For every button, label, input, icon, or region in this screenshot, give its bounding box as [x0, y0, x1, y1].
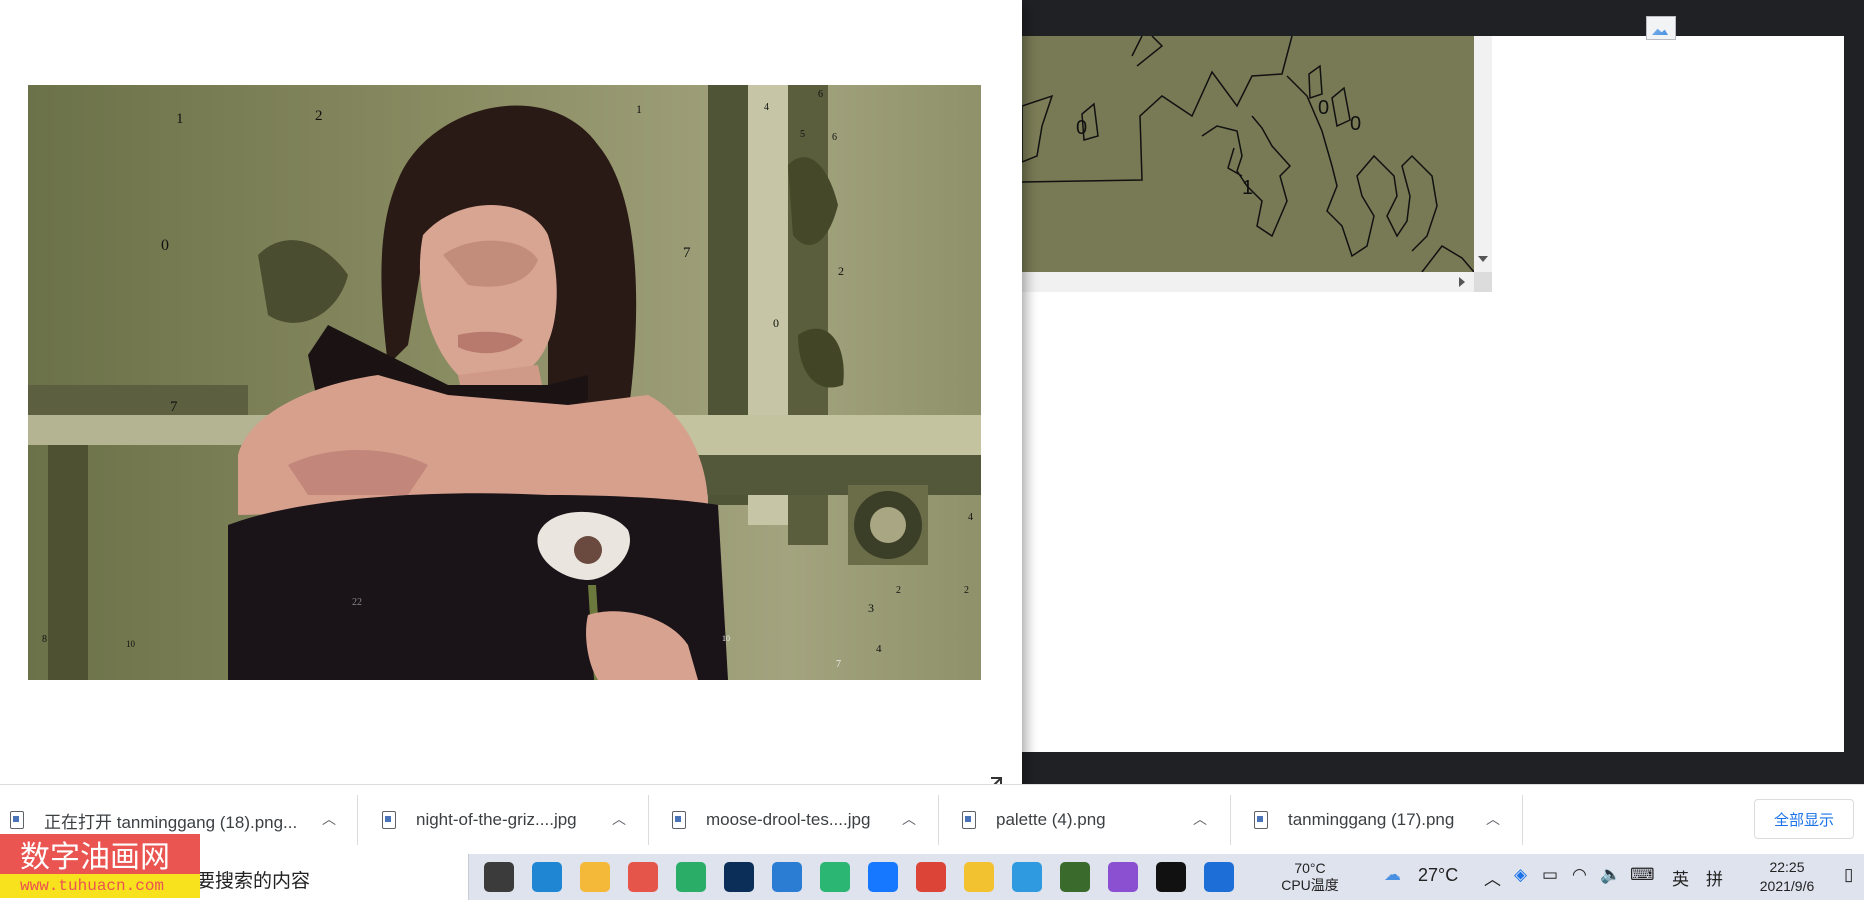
chevron-up-icon[interactable]: ︿: [902, 809, 916, 829]
photo-region-label: 5: [800, 129, 805, 140]
purple-app-icon[interactable]: [1108, 862, 1138, 892]
photo-region-label: 4: [876, 643, 882, 655]
edge-icon[interactable]: [532, 862, 562, 892]
taskbar: 要搜索的内容 70°C CPU温度 ☁ 27°C ︿ ◈ ▭ ◠ 🔈 ⌨ 英 拼…: [0, 854, 1864, 900]
scroll-down-arrow-icon[interactable]: [1478, 256, 1488, 262]
photos-icon[interactable]: [1204, 862, 1234, 892]
file-icon: [1254, 811, 1268, 829]
vertical-scrollbar[interactable]: [1474, 36, 1492, 272]
volume-icon[interactable]: 🔈: [1600, 865, 1621, 885]
photo-region-label: 22: [352, 597, 362, 608]
photo-region-label: 6: [832, 132, 837, 143]
photo-region-label: 2: [838, 264, 844, 278]
download-item-label: 正在打开 tanminggang (18).png...: [44, 812, 298, 832]
photo-region-label: 4: [764, 102, 769, 113]
chevron-up-icon[interactable]: ︿: [322, 809, 336, 829]
browser-bottom-bar: [1022, 752, 1864, 784]
photo-region-label: 10: [126, 639, 136, 649]
photo-region-label: 10: [722, 634, 730, 643]
photo-region-label: 3: [868, 601, 874, 615]
photo-region-label: 2: [964, 585, 969, 596]
cpu-temp-value: 70°C: [1294, 860, 1326, 876]
battery-icon[interactable]: ▭: [1542, 865, 1558, 885]
photo-region-label: 7: [170, 399, 178, 415]
colorful-app-icon[interactable]: [628, 862, 658, 892]
wps-icon[interactable]: [820, 862, 850, 892]
ime-language[interactable]: 英: [1672, 865, 1689, 890]
scrollbar-corner: [1474, 272, 1492, 292]
photo-region-label: 2: [315, 108, 323, 124]
photo-region-label: 7: [683, 245, 691, 261]
download-item-label: moose-drool-tes....jpg: [706, 810, 871, 829]
file-icon: [962, 811, 976, 829]
browser-q-icon[interactable]: [1012, 862, 1042, 892]
chevron-up-icon[interactable]: ︿: [1486, 809, 1500, 829]
photo-region-label: 2: [896, 585, 901, 596]
file-icon: [382, 811, 396, 829]
wifi-icon[interactable]: ◠: [1572, 865, 1587, 885]
clock-date: 2021/9/6: [1759, 878, 1815, 894]
scroll-right-arrow-icon[interactable]: [1459, 277, 1465, 287]
download-item-label: night-of-the-griz....jpg: [416, 810, 577, 829]
record-icon[interactable]: [1156, 862, 1186, 892]
calculator-icon[interactable]: [1060, 862, 1090, 892]
image-preview-popup: 1 2 1 6 4 5 6 0 7 2 0 7 8 3 4 7 22 10 2 …: [0, 0, 1022, 817]
notification-icon[interactable]: ▯: [1844, 865, 1853, 885]
broken-image-icon: [1646, 16, 1676, 40]
security-icon[interactable]: ◈: [1514, 865, 1527, 885]
keyboard-icon[interactable]: ⌨: [1630, 865, 1655, 885]
browser-right-edge: [1844, 36, 1864, 752]
file-explorer-icon[interactable]: [580, 862, 610, 892]
show-all-button[interactable]: 全部显示: [1754, 799, 1854, 839]
site-watermark: 数字油画网 www.tuhuacn.com: [0, 834, 200, 900]
watermark-title: 数字油画网: [0, 834, 200, 875]
wechat-icon[interactable]: [676, 862, 706, 892]
download-item-label: tanminggang (17).png: [1288, 810, 1455, 829]
feishu-icon[interactable]: [868, 862, 898, 892]
download-item[interactable]: moose-drool-tes....jpg: [672, 785, 870, 855]
photo-region-label: 0: [773, 316, 779, 330]
download-item[interactable]: night-of-the-griz....jpg: [382, 785, 577, 855]
photo-region-label: 6: [818, 89, 823, 100]
chevron-up-icon[interactable]: ︿: [612, 809, 626, 829]
photo-region-label: 4: [968, 512, 973, 523]
chrome-icon[interactable]: [916, 862, 946, 892]
download-item-label: palette (4).png: [996, 810, 1106, 829]
ime-mode[interactable]: 拼: [1706, 865, 1723, 890]
region-label: 0: [1318, 97, 1329, 119]
clock[interactable]: 22:25 2021/9/6: [1742, 858, 1832, 896]
photoshop-icon[interactable]: [724, 862, 754, 892]
cloud-icon: ☁: [1384, 865, 1401, 884]
search-placeholder: 要搜索的内容: [196, 871, 311, 892]
yellow-app-icon[interactable]: [964, 862, 994, 892]
file-icon: [672, 811, 686, 829]
photo-region-label: 0: [161, 237, 169, 254]
download-item[interactable]: palette (4).png: [962, 785, 1106, 855]
chevron-up-icon[interactable]: ︿: [1484, 865, 1501, 890]
chevron-up-icon[interactable]: ︿: [1193, 809, 1207, 829]
downloads-shelf: 正在打开 tanminggang (18).png... ︿ night-of-…: [0, 784, 1864, 855]
clock-time: 22:25: [1769, 859, 1805, 875]
cpu-temperature-widget[interactable]: 70°C CPU温度: [1270, 860, 1350, 894]
cpu-temp-label: CPU温度: [1281, 877, 1339, 893]
task-view-icon[interactable]: [484, 862, 514, 892]
region-label: 1: [1242, 177, 1253, 199]
photo-region-label: 8: [42, 634, 47, 645]
weather-temp[interactable]: 27°C: [1418, 865, 1458, 886]
watermark-url: www.tuhuacn.com: [0, 874, 200, 898]
photo-region-label: 7: [836, 659, 841, 670]
download-item[interactable]: tanminggang (17).png: [1254, 785, 1454, 855]
horizontal-scrollbar[interactable]: [1022, 272, 1474, 292]
file-icon: [10, 811, 24, 829]
outline-canvas[interactable]: 0 0 0 1: [1022, 36, 1474, 272]
word-icon[interactable]: [772, 862, 802, 892]
photo-region-label: 1: [176, 111, 184, 127]
region-label: 0: [1076, 117, 1087, 139]
browser-top-bar: [1022, 0, 1864, 36]
photo-region-label: 1: [636, 102, 642, 116]
paint-by-number-photo: 1 2 1 6 4 5 6 0 7 2 0 7 8 3 4 7 22 10 2 …: [28, 85, 981, 680]
region-label: 0: [1350, 113, 1361, 135]
